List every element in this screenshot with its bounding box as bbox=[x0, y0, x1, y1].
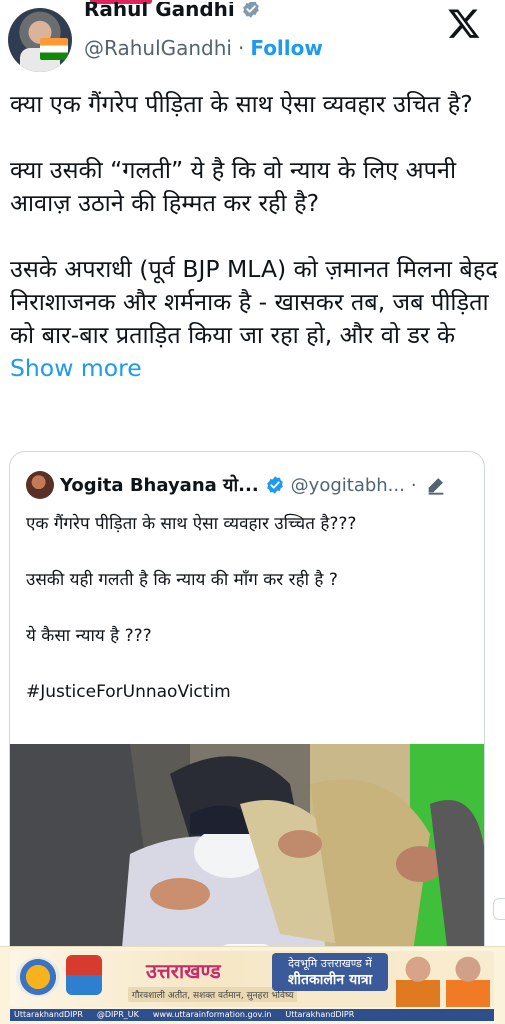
tweet-paragraph: उसके अपराधी (पूर्व BJP MLA) को ज़मानत मि… bbox=[10, 253, 498, 385]
avatar-flag bbox=[40, 38, 68, 60]
author-handle[interactable]: @RahulGandhi bbox=[84, 36, 232, 60]
banner-footer: UttarakhandDIPR @DIPR_UK www.uttarainfor… bbox=[10, 1009, 494, 1021]
tweet-body: क्या एक गैंगरेप पीड़िता के साथ ऐसा व्यवह… bbox=[10, 88, 498, 385]
banner-badge: देवभूमि उत्तराखण्ड में शीतकालीन यात्रा bbox=[272, 953, 388, 991]
photo-illustration bbox=[10, 744, 484, 970]
banner-badge-line2: शीतकालीन यात्रा bbox=[287, 972, 373, 988]
handle-separator: · bbox=[237, 36, 245, 60]
quoted-line: एक गैंगरेप पीड़िता के साथ ऐसा व्यवहार उच… bbox=[26, 514, 357, 534]
banner-portrait-2 bbox=[446, 953, 490, 1007]
verified-badge-icon bbox=[242, 2, 259, 18]
quoted-tweet-photo[interactable] bbox=[10, 744, 484, 970]
tweet-paragraph: क्या एक गैंगरेप पीड़िता के साथ ऐसा व्यवह… bbox=[10, 90, 473, 118]
x-logo-icon[interactable] bbox=[447, 6, 481, 40]
hashtag-link[interactable]: #JusticeForUnnaoVictim bbox=[26, 678, 470, 706]
banner-portrait-1 bbox=[396, 953, 440, 1007]
quoted-author-avatar[interactable] bbox=[26, 471, 54, 499]
quoted-author-handle[interactable]: @yogitabh... bbox=[291, 475, 405, 496]
state-emblem-logo bbox=[16, 957, 60, 997]
quoted-tweet-card[interactable]: Yogita Bhayana यो... @yogitabh... · एक ग… bbox=[9, 451, 485, 971]
quoted-separator: · bbox=[410, 474, 417, 496]
verified-badge-icon bbox=[266, 476, 283, 494]
banner-footer-item: @DIPR_UK bbox=[96, 1010, 139, 1019]
banner-footer-item: UttarakhandDIPR bbox=[285, 1010, 355, 1019]
quoted-line: ये कैसा न्याय है ??? bbox=[26, 626, 152, 646]
department-logo bbox=[66, 955, 102, 995]
scroll-edge-tab[interactable] bbox=[493, 898, 505, 920]
banner-brand: उत्तराखण्ड bbox=[146, 959, 221, 983]
quoted-author-name[interactable]: Yogita Bhayana यो... bbox=[60, 473, 259, 497]
follow-button[interactable]: Follow bbox=[250, 36, 323, 60]
quoted-tweet-header: Yogita Bhayana यो... @yogitabh... · bbox=[26, 468, 470, 502]
banner-content: उत्तराखण्ड गौरवशाली अतीत, सशक्त वर्तमान,… bbox=[10, 951, 494, 1007]
author-avatar[interactable] bbox=[8, 8, 72, 72]
tweet-paragraph: क्या उसकी “गलती” ये है कि वो न्याय के लि… bbox=[10, 156, 457, 217]
author-name-row: Rahul Gandhi bbox=[84, 2, 261, 22]
author-handle-row: @RahulGandhi · Follow bbox=[84, 36, 323, 60]
quoted-line: उसकी यही गलती है कि न्याय की माँग कर रही… bbox=[26, 570, 338, 590]
advertisement-banner[interactable]: उत्तराखण्ड गौरवशाली अतीत, सशक्त वर्तमान,… bbox=[0, 946, 505, 1024]
author-name[interactable]: Rahul Gandhi bbox=[84, 2, 235, 19]
banner-footer-item: UttarakhandDIPR bbox=[14, 1010, 83, 1019]
banner-badge-line1: देवभूमि उत्तराखण्ड में bbox=[288, 957, 372, 970]
banner-footer-item: www.uttarainformation.gov.in bbox=[152, 1010, 272, 1019]
quoted-tweet-body: एक गैंगरेप पीड़िता के साथ ऐसा व्यवहार उच… bbox=[26, 510, 470, 706]
edited-pencil-icon[interactable] bbox=[425, 474, 447, 496]
tweet-paragraph-text: उसके अपराधी (पूर्व BJP MLA) को ज़मानत मि… bbox=[10, 255, 498, 349]
show-more-link[interactable]: Show more bbox=[10, 354, 142, 382]
tweet-header: Rahul Gandhi @RahulGandhi · Follow bbox=[0, 0, 505, 78]
